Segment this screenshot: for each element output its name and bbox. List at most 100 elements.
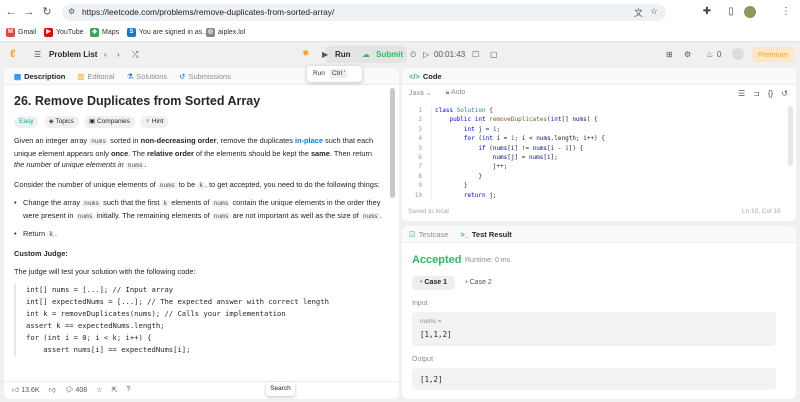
document-icon: ▤ — [14, 71, 22, 81]
line-number: 3 — [418, 125, 422, 133]
premium-button[interactable]: Premium — [752, 47, 794, 62]
problem-paragraph-2: Consider the number of unique elements o… — [14, 179, 380, 189]
difficulty-badge[interactable]: Easy — [14, 116, 39, 128]
editor-scrollbar[interactable] — [788, 106, 793, 166]
judge-code-block: int[] nums = [...]; // Input array int[]… — [14, 283, 384, 356]
braces-icon[interactable]: {} — [768, 89, 773, 98]
dislike-icon[interactable]: 👎︎ — [49, 385, 56, 394]
code-line: j++; — [492, 163, 508, 171]
site-info-icon[interactable]: ⚙ — [68, 7, 78, 17]
output-box: [1,2] — [412, 368, 776, 390]
code-line: public int removeDuplicates(int[] nums) … — [449, 116, 598, 124]
translate-icon[interactable]: 文 — [634, 6, 643, 19]
tab-code[interactable]: </> Code — [409, 72, 442, 81]
aiplex-icon: ◎ — [206, 27, 215, 37]
line-number: 4 — [418, 135, 422, 143]
bookmark-gmail[interactable]: M Gmail — [6, 26, 36, 38]
code-line: } — [435, 172, 482, 180]
fire-icon[interactable]: ♨ — [706, 47, 713, 62]
code-editor[interactable]: 1 2 3 4 5 6 7 8 9 10 class Solution { public int … — [406, 106, 605, 201]
line-number: 2 — [418, 116, 422, 124]
problem-list-button[interactable]: Problem List — [49, 47, 97, 62]
result-tabs: ☑ Testcase >_ Test Result — [402, 226, 796, 243]
settings-icon[interactable]: ⚙ — [684, 47, 691, 62]
problem-chips: Easy ◈ Topics ▣ Companies ♀ Hint — [14, 116, 384, 128]
upload-icon[interactable]: ☁ — [362, 47, 370, 62]
code-line: int[] expectedNums = [...]; // The expec… — [26, 296, 329, 306]
layout-icon[interactable]: ⊞ — [666, 47, 673, 62]
description-footer: 👍︎ 13.6K 👎︎ 💬︎ 408 ☆ ⇱ ? — [4, 381, 399, 397]
tab-description[interactable]: ▤ Description — [14, 72, 65, 81]
reset-icon[interactable]: ↺ — [781, 89, 788, 98]
debug-icon[interactable]: ✹ — [302, 48, 310, 59]
tab-test-result[interactable]: >_ Test Result — [460, 230, 511, 239]
flask-icon: ⚗ — [126, 71, 134, 81]
help-icon[interactable]: ? — [126, 386, 130, 393]
user-avatar[interactable] — [732, 48, 744, 60]
description-scrollbar[interactable] — [390, 88, 395, 198]
mode-toggle[interactable]: 🔒︎ Auto — [446, 89, 466, 97]
shuffle-icon[interactable]: ⤮ — [132, 47, 138, 62]
maps-icon: ◆ — [90, 27, 99, 37]
prev-problem-icon[interactable]: ‹ — [104, 47, 107, 62]
bookmark-maps[interactable]: ◆ Maps — [90, 26, 119, 38]
share-icon[interactable]: ⇱ — [111, 386, 117, 394]
whiteboard-icon[interactable]: ▢ — [490, 47, 498, 62]
line-number: 10 — [414, 191, 422, 199]
browser-chrome: ← → ↻ ⚙ https://leetcode.com/problems/re… — [0, 0, 800, 42]
url-text: https://leetcode.com/problems/remove-dup… — [82, 7, 335, 17]
forward-icon[interactable]: → — [22, 5, 36, 19]
next-problem-icon[interactable]: › — [117, 47, 120, 62]
favorite-icon[interactable]: ☆ — [96, 386, 102, 394]
terminal-icon: >_ — [460, 229, 469, 239]
case-1-tab[interactable]: • Case 1 — [412, 276, 455, 290]
bookmark-aiplex[interactable]: ◎ aiplex.lol — [206, 26, 245, 38]
notes-icon[interactable]: ☐ — [472, 47, 479, 62]
code-panel: </> Code Java ⌄ 🔒︎ Auto ☰ ⊐ {} ↺ 1 23 45 678… — [402, 68, 796, 221]
s-icon: S — [127, 27, 136, 37]
run-button[interactable]: Run — [335, 47, 351, 62]
problem-paragraph-1: Given an integer array nums sorted in no… — [14, 136, 374, 169]
input-label: Input — [412, 300, 428, 307]
line-number: 7 — [418, 163, 422, 171]
list-icon[interactable]: ☰ — [34, 47, 41, 62]
submit-button[interactable]: Submit — [376, 47, 403, 62]
hint-chip[interactable]: ♀ Hint — [140, 116, 169, 128]
timer-play-icon[interactable]: ▷ — [423, 47, 429, 62]
bookmark-icon[interactable]: ⊐ — [753, 89, 760, 98]
back-icon[interactable]: ← — [4, 5, 18, 19]
comments-button[interactable]: 💬︎ 408 — [65, 386, 88, 394]
youtube-icon: ▶ — [44, 27, 53, 37]
like-button[interactable]: 👍︎ 13.6K — [12, 385, 40, 394]
sidebar-icon[interactable]: ▯ — [724, 5, 738, 19]
language-select[interactable]: Java ⌄ — [409, 89, 432, 97]
streak-count: 0 — [717, 50, 722, 59]
code-line: assert k == expectedNums.length; — [26, 320, 165, 330]
gmail-icon: M — [6, 27, 15, 37]
tab-editorial[interactable]: ▥ Editorial — [77, 72, 114, 81]
code-line: int k = removeDuplicates(nums); // Calls… — [26, 308, 286, 318]
timer-reset-icon[interactable]: ⏲ — [410, 47, 416, 62]
timer-display[interactable]: 00:01:43 — [434, 47, 465, 62]
bookmark-signed-in[interactable]: S You are signed in as... — [127, 26, 208, 38]
tab-submissions[interactable]: ↺ Submissions — [179, 72, 231, 81]
profile-avatar[interactable] — [744, 6, 756, 18]
bookmark-youtube[interactable]: ▶ YouTube — [44, 26, 84, 38]
code-line: class Solution { — [435, 107, 493, 114]
tab-solutions[interactable]: ⚗ Solutions — [127, 72, 168, 81]
topics-chip[interactable]: ◈ Topics — [43, 116, 79, 128]
bookmark-star-icon[interactable]: ☆ — [650, 6, 658, 17]
tab-testcase[interactable]: ☑ Testcase — [409, 230, 448, 239]
browser-menu-icon[interactable]: ⋮ — [779, 5, 793, 19]
leetcode-logo-icon[interactable]: ℓ — [10, 47, 22, 61]
lock-icon: ▣ — [89, 118, 97, 125]
format-icon[interactable]: ☰ — [738, 89, 745, 98]
extensions-icon[interactable]: ✚ — [700, 5, 714, 19]
code-line: for (int i = 1; i < nums.length; i++) { — [463, 135, 605, 143]
companies-chip[interactable]: ▣ Companies — [84, 116, 135, 128]
reload-icon[interactable]: ↻ — [40, 5, 54, 19]
play-icon[interactable]: ▶ — [322, 47, 328, 62]
input-var-name: nums = — [420, 318, 442, 325]
address-bar[interactable]: ⚙ https://leetcode.com/problems/remove-d… — [62, 4, 666, 21]
case-2-tab[interactable]: • Case 2 — [457, 276, 500, 290]
